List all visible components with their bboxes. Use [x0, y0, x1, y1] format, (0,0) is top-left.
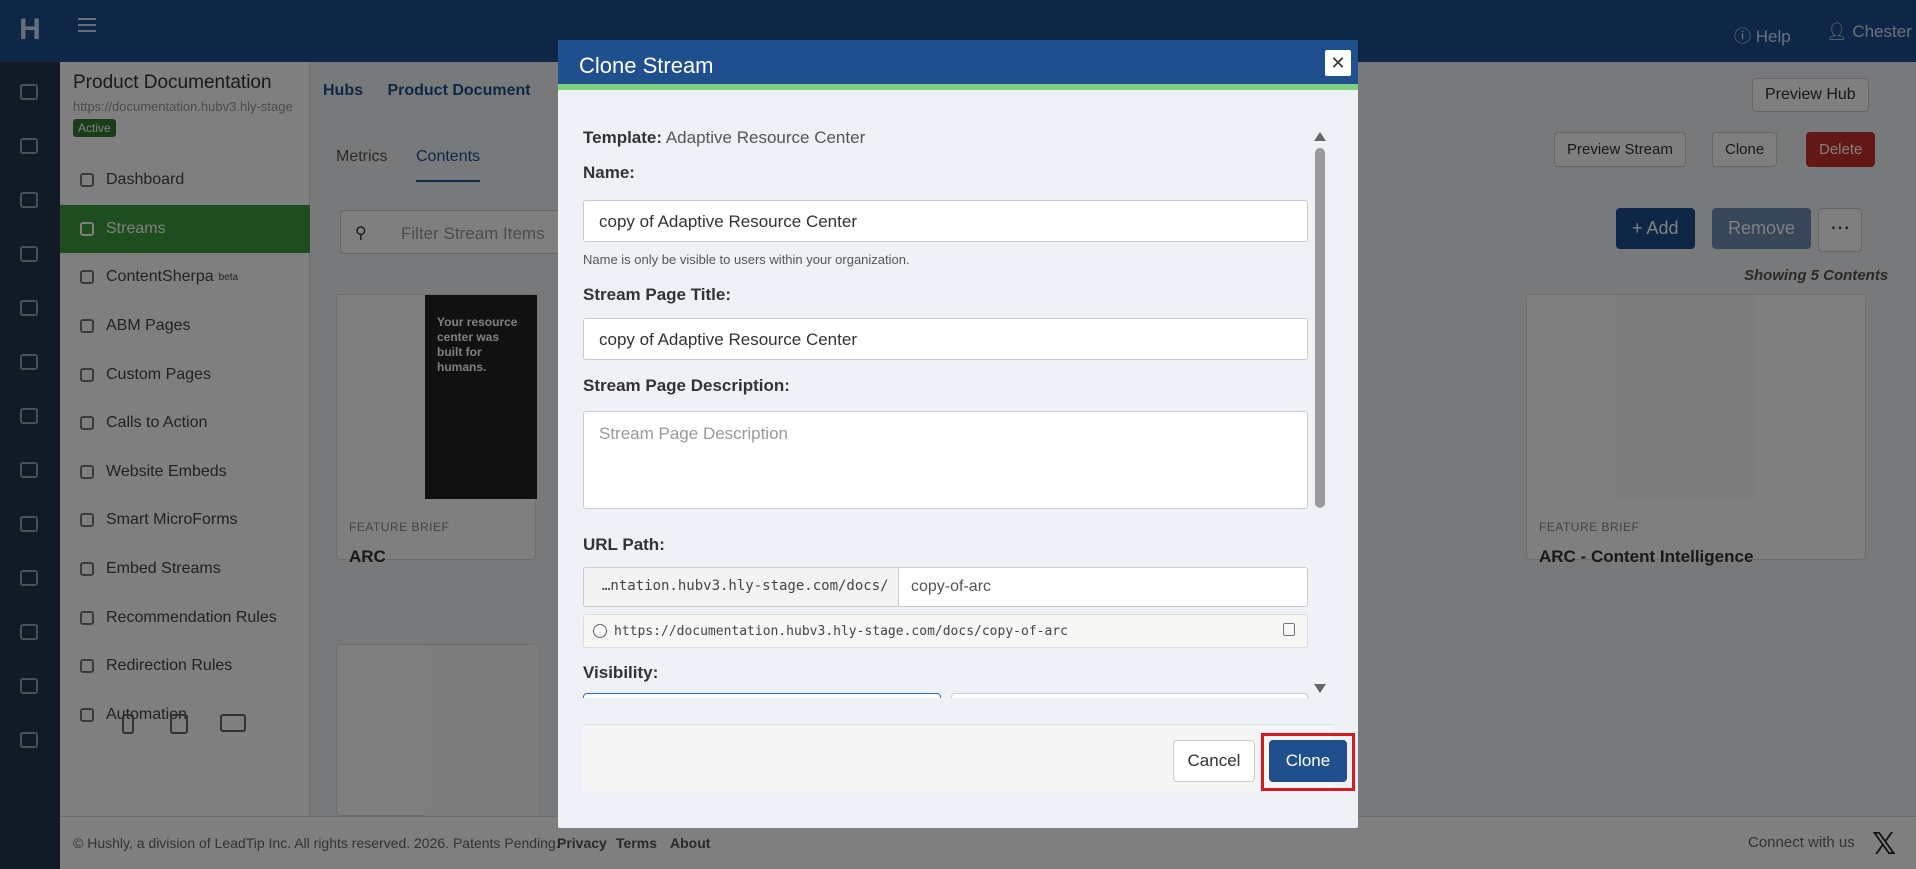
template-value: Adaptive Resource Center — [665, 128, 866, 147]
name-help-text: Name is only be visible to users within … — [583, 252, 910, 267]
modal-header: Clone Stream ✕ — [558, 40, 1358, 90]
full-url-text: https://documentation.hubv3.hly-stage.co… — [614, 624, 1068, 639]
name-label: Name: — [583, 163, 635, 182]
url-slug-input[interactable]: copy-of-arc — [911, 578, 991, 596]
scroll-down-icon[interactable] — [1314, 684, 1326, 693]
visibility-label: Visibility: — [583, 663, 659, 682]
template-label: Template: — [583, 128, 663, 147]
modal-footer: Cancel Clone — [583, 724, 1355, 792]
copy-icon[interactable] — [1283, 623, 1295, 636]
globe-icon — [593, 624, 607, 638]
clone-button[interactable]: Clone — [1269, 740, 1347, 782]
scroll-up-icon[interactable] — [1314, 132, 1326, 141]
modal-title: Clone Stream — [579, 53, 714, 78]
cancel-button[interactable]: Cancel — [1173, 740, 1255, 782]
page-title-input[interactable]: copy of Adaptive Resource Center — [583, 318, 1308, 360]
name-input[interactable]: copy of Adaptive Resource Center — [583, 200, 1308, 242]
visibility-option-private[interactable] — [951, 693, 1308, 698]
description-label: Stream Page Description: — [583, 376, 790, 395]
template-line: Template: Adaptive Resource Center — [583, 128, 865, 148]
visibility-option-public[interactable] — [583, 693, 941, 698]
modal-body: Template: Adaptive Resource Center Name:… — [583, 128, 1313, 698]
clone-stream-modal: Clone Stream ✕ Template: Adaptive Resour… — [558, 40, 1358, 828]
page-title-label: Stream Page Title: — [583, 285, 732, 304]
modal-scrollbar[interactable] — [1311, 128, 1329, 700]
description-textarea[interactable]: Stream Page Description — [583, 411, 1308, 509]
scrollbar-thumb[interactable] — [1315, 148, 1325, 508]
url-path-group: …ntation.hubv3.hly-stage.com/docs/ copy-… — [583, 567, 1308, 607]
full-url-display: https://documentation.hubv3.hly-stage.co… — [583, 614, 1308, 648]
close-icon[interactable]: ✕ — [1325, 50, 1351, 76]
url-prefix: …ntation.hubv3.hly-stage.com/docs/ — [584, 568, 899, 606]
url-path-label: URL Path: — [583, 535, 665, 554]
